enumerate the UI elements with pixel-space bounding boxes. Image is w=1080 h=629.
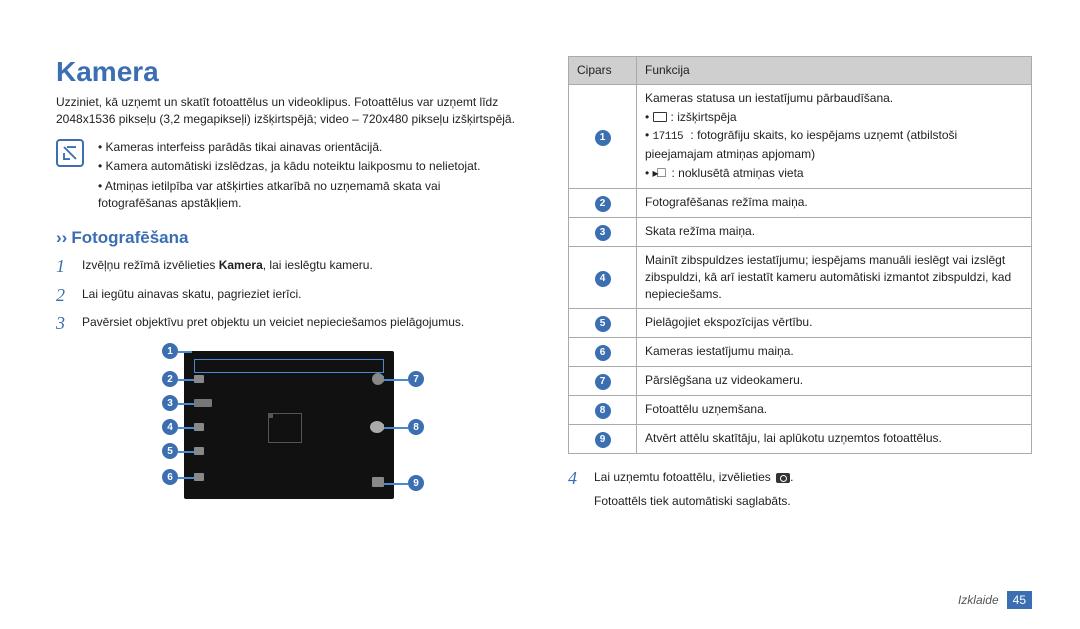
row-badge: 8: [595, 403, 611, 419]
gallery-icon: [372, 477, 384, 487]
row-badge: 5: [595, 316, 611, 332]
row-badge: 2: [595, 196, 611, 212]
table-header: Funkcija: [637, 57, 1032, 85]
diagram-topbar: [194, 359, 384, 373]
diagram-badge: 6: [162, 469, 178, 485]
step-number: 3: [56, 311, 72, 335]
step-item: 2 Lai iegūtu ainavas skatu, pagrieziet i…: [56, 283, 520, 307]
row-badge: 1: [595, 130, 611, 146]
row-text: Kameras iestatījumu maiņa.: [637, 337, 1032, 366]
row-badge: 7: [595, 374, 611, 390]
diagram-badge: 8: [408, 419, 424, 435]
table-row: 6 Kameras iestatījumu maiņa.: [569, 337, 1032, 366]
diagram-badge: 1: [162, 343, 178, 359]
row-text: Pielāgojiet ekspozīcijas vērtību.: [637, 308, 1032, 337]
step-text: Pavērsiet objektīvu pret objektu un veic…: [82, 311, 464, 335]
page-title: Kamera: [56, 56, 520, 88]
note-item: Atmiņas ietilpība var atšķirties atkarīb…: [94, 178, 520, 213]
row-sublist: : izšķirtspēja 17115 : fotogrāfiju skait…: [645, 109, 1023, 182]
counter-glyph: 17115: [653, 131, 684, 143]
note-item: Kamera automātiski izslēdzas, ja kādu no…: [94, 158, 520, 175]
camera-icon: [776, 473, 790, 483]
note-list: Kameras interfeiss parādās tikai ainavas…: [94, 139, 520, 215]
chevron-icon: ››: [56, 228, 67, 247]
step-text: Izvēļņu režīmā izvēlieties Kamera, lai i…: [82, 254, 373, 278]
step-item: 4 Lai uzņemtu fotoattēlu, izvēlieties .: [568, 466, 1032, 490]
sub-item: 17115 : fotogrāfiju skaits, ko iespējams…: [645, 127, 1023, 162]
table-header: Cipars: [569, 57, 637, 85]
steps-list: 1 Izvēļņu režīmā izvēlieties Kamera, lai…: [56, 254, 520, 335]
scene-icon: [194, 399, 212, 407]
table-row: 5 Pielāgojiet ekspozīcijas vērtību.: [569, 308, 1032, 337]
note-icon: [56, 139, 84, 167]
diagram-badge: 4: [162, 419, 178, 435]
intro-text: Uzziniet, kā uzņemt un skatīt fotoattēlu…: [56, 94, 520, 129]
row-text: Fotoattēlu uzņemšana.: [637, 395, 1032, 424]
step-text: Lai uzņemtu fotoattēlu, izvēlieties .: [594, 466, 793, 490]
step-number: 4: [568, 466, 584, 490]
diagram-badge: 5: [162, 443, 178, 459]
row-badge: 9: [595, 432, 611, 448]
table-row: 7 Pārslēgšana uz videokameru.: [569, 366, 1032, 395]
sub-item: ▸🞎 : noklusētā atmiņas vieta: [645, 165, 1023, 182]
mode-icon: [194, 375, 204, 383]
flash-icon: [194, 423, 204, 431]
table-row: 9 Atvērt attēlu skatītāju, lai aplūkotu …: [569, 424, 1032, 453]
row-badge: 4: [595, 271, 611, 287]
row-badge: 3: [595, 225, 611, 241]
left-column: Kamera Uzziniet, kā uzņemt un skatīt fot…: [56, 56, 520, 508]
row-text: Mainīt zibspuldzes iestatījumu; iespējam…: [637, 247, 1032, 308]
row-text: Fotografēšanas režīma maiņa.: [637, 189, 1032, 218]
function-table: Cipars Funkcija 1 Kameras statusa un ies…: [568, 56, 1032, 454]
step-text: Lai iegūtu ainavas skatu, pagrieziet ier…: [82, 283, 301, 307]
exposure-icon: [194, 447, 204, 455]
row-badge: 6: [595, 345, 611, 361]
camera-diagram: 1 2 3 4 5 6 7 8: [128, 345, 448, 505]
table-row: 1 Kameras statusa un iestatījumu pārbaud…: [569, 84, 1032, 189]
storage-icon: ▸🞎: [653, 166, 665, 180]
step-item: 3 Pavērsiet objektīvu pret objektu un ve…: [56, 311, 520, 335]
diagram-badge: 3: [162, 395, 178, 411]
row-text: Kameras statusa un iestatījumu pārbaudīš…: [645, 91, 893, 105]
table-row: 4 Mainīt zibspuldzes iestatījumu; iespēj…: [569, 247, 1032, 308]
resolution-icon: [653, 112, 667, 122]
row-text: Pārslēgšana uz videokameru.: [637, 366, 1032, 395]
right-column: Cipars Funkcija 1 Kameras statusa un ies…: [568, 56, 1032, 508]
steps-continued: 4 Lai uzņemtu fotoattēlu, izvēlieties .: [568, 466, 1032, 490]
diagram-badge: 2: [162, 371, 178, 387]
table-row: 8 Fotoattēlu uzņemšana.: [569, 395, 1032, 424]
row-text: Atvērt attēlu skatītāju, lai aplūkotu uz…: [637, 424, 1032, 453]
row-text: Skata režīma maiņa.: [637, 218, 1032, 247]
footer-section-label: Izklaide: [958, 593, 999, 607]
table-row: 3 Skata režīma maiņa.: [569, 218, 1032, 247]
note-box: Kameras interfeiss parādās tikai ainavas…: [56, 139, 520, 215]
diagram-badge: 9: [408, 475, 424, 491]
gear-icon: [194, 473, 204, 481]
step-note: Fotoattēls tiek automātiski saglabāts.: [594, 494, 1032, 508]
sub-item: : izšķirtspēja: [645, 109, 1023, 126]
note-item: Kameras interfeiss parādās tikai ainavas…: [94, 139, 520, 156]
page-number: 45: [1007, 591, 1032, 609]
step-number: 1: [56, 254, 72, 278]
page-footer: Izklaide 45: [958, 591, 1032, 609]
diagram-badge: 7: [408, 371, 424, 387]
table-row: 2 Fotografēšanas režīma maiņa.: [569, 189, 1032, 218]
focus-box: [268, 413, 302, 443]
section-heading: ››Fotografēšana: [56, 228, 520, 248]
step-item: 1 Izvēļņu režīmā izvēlieties Kamera, lai…: [56, 254, 520, 278]
step-number: 2: [56, 283, 72, 307]
